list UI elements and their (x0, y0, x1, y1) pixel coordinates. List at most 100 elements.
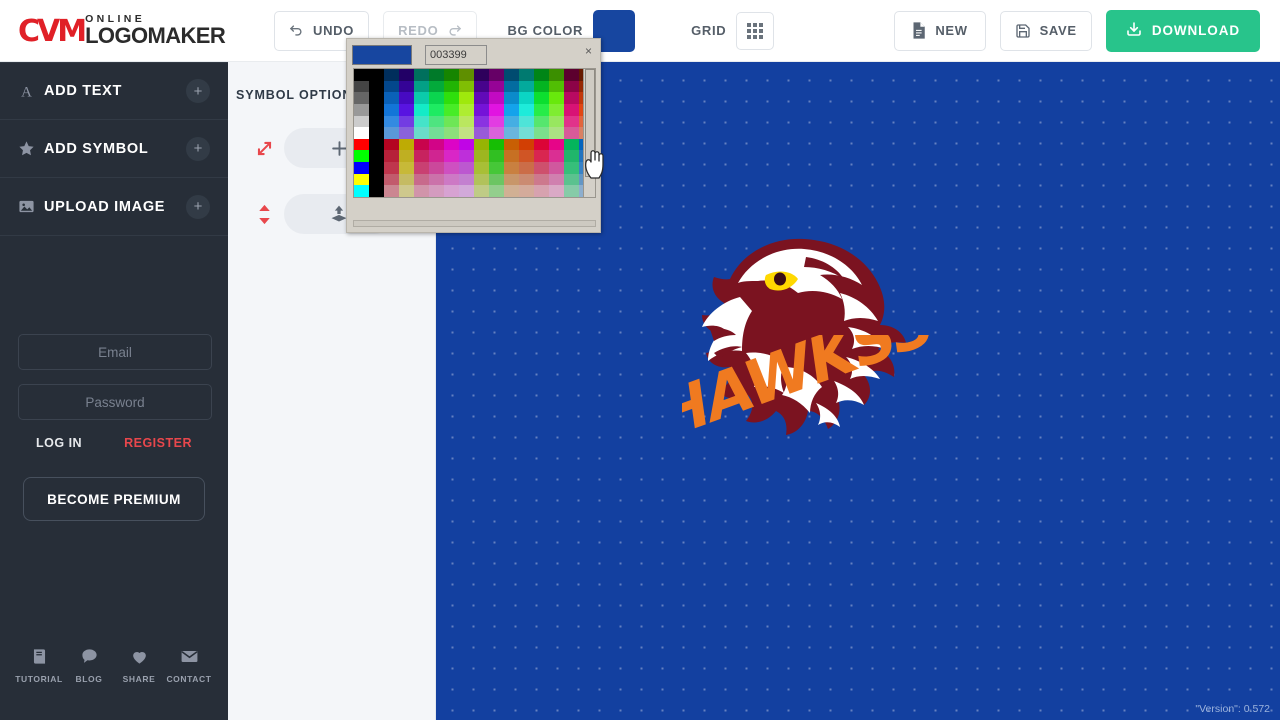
palette-swatch[interactable] (594, 196, 595, 197)
palette-swatch[interactable] (564, 80, 579, 93)
palette-swatch[interactable] (444, 103, 459, 116)
palette-swatch[interactable] (459, 196, 474, 197)
palette-swatch[interactable] (549, 80, 564, 93)
palette-swatch[interactable] (519, 196, 534, 197)
palette-swatch[interactable] (519, 80, 534, 93)
palette-swatch[interactable] (354, 80, 369, 93)
palette-swatch[interactable] (549, 92, 564, 104)
palette-swatch[interactable] (519, 185, 534, 197)
palette-swatch[interactable] (444, 162, 459, 174)
palette-swatch[interactable] (354, 173, 369, 186)
palette-swatch[interactable] (474, 162, 489, 174)
footer-item-share[interactable]: SHARE (114, 647, 164, 684)
palette-swatch[interactable] (534, 196, 549, 197)
add-symbol-plus-button[interactable]: + (186, 136, 210, 161)
palette-swatch[interactable] (549, 173, 564, 186)
palette-swatch[interactable] (504, 127, 519, 139)
palette-swatch[interactable] (354, 103, 369, 116)
palette-swatch[interactable] (444, 185, 459, 197)
palette-swatch[interactable] (489, 92, 504, 104)
palette-swatch[interactable] (534, 103, 549, 116)
palette-swatch[interactable] (444, 173, 459, 186)
palette-swatch[interactable] (369, 103, 384, 116)
palette-swatch[interactable] (429, 150, 444, 162)
palette-swatch[interactable] (519, 173, 534, 186)
palette-swatch[interactable] (489, 185, 504, 197)
palette-swatch[interactable] (534, 92, 549, 104)
login-button[interactable]: LOG IN (36, 436, 82, 450)
palette-swatch[interactable] (399, 115, 414, 128)
palette-swatch[interactable] (414, 80, 429, 93)
palette-swatch[interactable] (384, 92, 399, 104)
palette-swatch[interactable] (399, 196, 414, 197)
hex-input[interactable] (425, 44, 487, 65)
palette-swatch[interactable] (489, 103, 504, 116)
palette-swatch[interactable] (414, 185, 429, 197)
palette-swatch[interactable] (474, 185, 489, 197)
palette-swatch[interactable] (459, 92, 474, 104)
palette-swatch[interactable] (459, 80, 474, 93)
palette-swatch[interactable] (549, 69, 564, 81)
palette-swatch[interactable] (429, 138, 444, 151)
palette-swatch[interactable] (384, 103, 399, 116)
grid-toggle-button[interactable] (736, 11, 775, 50)
palette-swatch[interactable] (429, 69, 444, 81)
sidebar-item-add-symbol[interactable]: ADD SYMBOL + (0, 120, 228, 178)
palette-swatch[interactable] (504, 162, 519, 174)
palette-swatch[interactable] (399, 103, 414, 116)
upload-image-plus-button[interactable]: + (186, 194, 210, 219)
palette-swatch[interactable] (384, 80, 399, 93)
palette-swatch[interactable] (399, 80, 414, 93)
palette-swatch[interactable] (429, 103, 444, 116)
palette-swatch[interactable] (474, 173, 489, 186)
palette-swatch[interactable] (369, 127, 384, 139)
palette-swatch[interactable] (369, 80, 384, 93)
color-palette-grid[interactable] (353, 68, 596, 198)
palette-swatch[interactable] (384, 127, 399, 139)
palette-swatch[interactable] (489, 127, 504, 139)
palette-swatch[interactable] (489, 162, 504, 174)
palette-swatch[interactable] (549, 138, 564, 151)
palette-swatch[interactable] (459, 115, 474, 128)
palette-swatch[interactable] (474, 150, 489, 162)
footer-item-blog[interactable]: BLOG (64, 647, 114, 684)
palette-swatch[interactable] (414, 115, 429, 128)
palette-swatch[interactable] (399, 138, 414, 151)
palette-swatch[interactable] (384, 173, 399, 186)
palette-swatch[interactable] (414, 150, 429, 162)
palette-swatch[interactable] (354, 162, 369, 174)
palette-swatch[interactable] (429, 80, 444, 93)
email-field[interactable] (18, 334, 212, 370)
palette-swatch[interactable] (444, 92, 459, 104)
palette-swatch[interactable] (564, 173, 579, 186)
palette-swatch[interactable] (489, 150, 504, 162)
palette-swatch[interactable] (429, 173, 444, 186)
logo-artwork[interactable]: HAWKSS (676, 217, 936, 477)
palette-swatch[interactable] (534, 127, 549, 139)
palette-swatch[interactable] (504, 92, 519, 104)
palette-swatch[interactable] (459, 162, 474, 174)
palette-swatch[interactable] (519, 92, 534, 104)
palette-swatch[interactable] (369, 69, 384, 81)
palette-swatch[interactable] (414, 196, 429, 197)
palette-swatch[interactable] (429, 127, 444, 139)
palette-swatch[interactable] (474, 69, 489, 81)
palette-swatch[interactable] (399, 150, 414, 162)
palette-swatch[interactable] (429, 92, 444, 104)
palette-swatch[interactable] (504, 150, 519, 162)
palette-swatch[interactable] (564, 150, 579, 162)
palette-swatch[interactable] (504, 185, 519, 197)
palette-swatch[interactable] (414, 127, 429, 139)
palette-swatch[interactable] (564, 92, 579, 104)
palette-swatch[interactable] (534, 162, 549, 174)
palette-swatch[interactable] (474, 138, 489, 151)
palette-swatch[interactable] (444, 80, 459, 93)
palette-swatch[interactable] (504, 80, 519, 93)
palette-swatch[interactable] (549, 103, 564, 116)
new-button[interactable]: NEW (893, 10, 986, 51)
palette-swatch[interactable] (489, 138, 504, 151)
palette-swatch[interactable] (354, 138, 369, 151)
palette-swatch[interactable] (564, 115, 579, 128)
palette-swatch[interactable] (354, 115, 369, 128)
palette-swatch[interactable] (444, 138, 459, 151)
